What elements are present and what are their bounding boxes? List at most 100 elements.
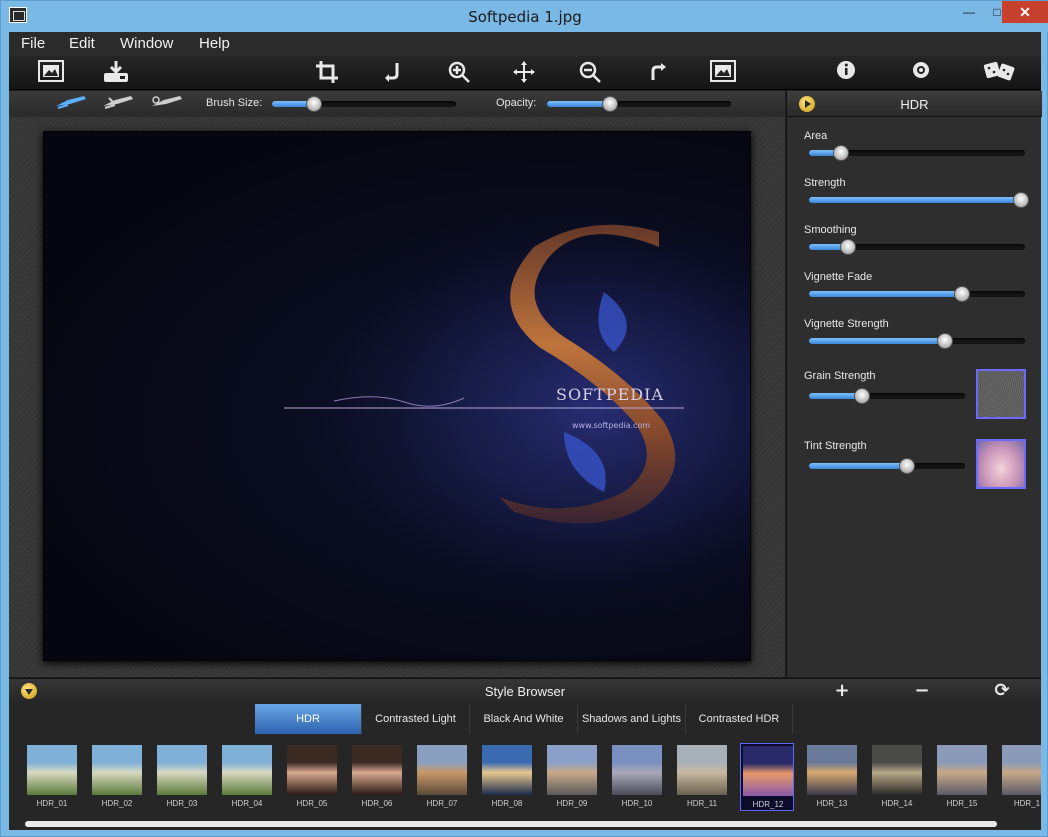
menu-edit[interactable]: Edit — [69, 35, 95, 52]
thumbnail-image — [482, 745, 532, 795]
style-thumbnail[interactable]: HDR_07 — [415, 743, 469, 811]
style-thumbnail[interactable]: HDR_1 — [1000, 743, 1041, 811]
zoom-out-icon[interactable] — [575, 60, 605, 86]
brush-paint-icon[interactable] — [54, 94, 90, 114]
style-thumbnail[interactable]: HDR_08 — [480, 743, 534, 811]
style-thumbnail[interactable]: HDR_05 — [285, 743, 339, 811]
info-icon[interactable] — [831, 60, 861, 86]
style-thumbnail[interactable]: HDR_03 — [155, 743, 209, 811]
open-image-icon[interactable] — [36, 60, 66, 86]
add-style-icon[interactable]: + — [832, 681, 852, 701]
style-thumbnail[interactable]: HDR_04 — [220, 743, 274, 811]
style-thumbnail[interactable]: HDR_14 — [870, 743, 924, 811]
straighten-icon[interactable] — [378, 60, 408, 86]
thumbnail-image — [417, 745, 467, 795]
opacity-label: Opacity: — [496, 97, 537, 109]
vignette-strength-knob[interactable] — [937, 333, 953, 349]
thumbnail-image — [677, 745, 727, 795]
tint-swatch[interactable] — [976, 439, 1026, 489]
softpedia-artwork: SOFTPEDIA www.softpedia.com — [44, 132, 750, 660]
brush-restore-icon[interactable] — [150, 94, 186, 114]
brush-size-label: Brush Size: — [206, 97, 263, 109]
menu-window[interactable]: Window — [120, 35, 173, 52]
strength-slider[interactable] — [809, 192, 1029, 208]
tab-hdr[interactable]: HDR — [255, 704, 362, 734]
vignette-strength-slider[interactable] — [809, 333, 1025, 349]
thumbnail-image — [743, 746, 793, 796]
main-toolbar — [9, 56, 1041, 90]
style-thumbnail[interactable]: HDR_11 — [675, 743, 729, 811]
brush-size-slider[interactable] — [272, 96, 456, 112]
style-thumbnail[interactable]: HDR_09 — [545, 743, 599, 811]
brush-size-knob[interactable] — [306, 96, 322, 112]
crop-icon[interactable] — [312, 60, 342, 86]
hdr-panel-title: HDR — [900, 97, 929, 112]
opacity-slider[interactable] — [547, 96, 731, 112]
vignette-fade-fill — [809, 291, 962, 297]
minimize-button[interactable]: — — [955, 1, 983, 23]
thumbnail-image — [27, 745, 77, 795]
style-thumbnail[interactable]: HDR_10 — [610, 743, 664, 811]
save-icon[interactable] — [101, 60, 131, 86]
tab-contrasted-hdr[interactable]: Contrasted HDR — [686, 704, 793, 734]
thumbnail-caption: HDR_10 — [621, 799, 653, 808]
menu-file[interactable]: File — [21, 35, 45, 52]
tint-strength-slider[interactable] — [809, 458, 965, 474]
zoom-in-icon[interactable] — [444, 60, 474, 86]
style-thumbnail[interactable]: HDR_01 — [25, 743, 79, 811]
app-body: File Edit Window Help Brush Size: Opacit… — [9, 32, 1042, 830]
vignette-fade-slider[interactable] — [809, 286, 1025, 302]
opacity-knob[interactable] — [602, 96, 618, 112]
area-knob[interactable] — [833, 145, 849, 161]
style-thumbnail[interactable]: HDR_12 — [740, 743, 794, 811]
thumbnail-caption: HDR_12 — [752, 800, 784, 809]
style-thumbnail[interactable]: HDR_15 — [935, 743, 989, 811]
thumbnail-scrollbar[interactable] — [25, 821, 997, 827]
style-browser: Style Browser + − ⟳ HDR Contrasted Light… — [9, 678, 1041, 830]
style-thumbnail[interactable]: HDR_06 — [350, 743, 404, 811]
tint-strength-fill — [809, 463, 907, 469]
thumbnail-image — [547, 745, 597, 795]
vignette-strength-fill — [809, 338, 945, 344]
thumbnail-strip: HDR_01 HDR_02 HDR_03 HDR_04 HDR_05 HDR_06 HDR_… — [9, 739, 1041, 819]
close-button[interactable]: ✕ — [1002, 1, 1048, 23]
move-icon[interactable] — [509, 60, 539, 86]
tint-strength-label: Tint Strength — [804, 440, 867, 452]
smoothing-knob[interactable] — [840, 239, 856, 255]
strength-fill — [809, 197, 1021, 203]
thumbnail-caption: HDR_11 — [686, 799, 718, 808]
random-icon[interactable] — [981, 60, 1019, 86]
grain-strength-label: Grain Strength — [804, 370, 876, 382]
vignette-fade-knob[interactable] — [954, 286, 970, 302]
fit-image-icon[interactable] — [708, 60, 738, 86]
tab-black-and-white[interactable]: Black And White — [470, 704, 578, 734]
smoothing-slider[interactable] — [809, 239, 1025, 255]
thumbnail-image — [612, 745, 662, 795]
menu-help[interactable]: Help — [199, 35, 230, 52]
grain-strength-slider[interactable] — [809, 388, 965, 404]
style-browser-header: Style Browser + − ⟳ — [9, 679, 1041, 703]
settings-icon[interactable] — [906, 60, 936, 86]
redo-icon[interactable] — [643, 60, 673, 86]
thumbnail-caption: HDR_03 — [166, 799, 198, 808]
app-window: Softpedia 1.jpg — □ ✕ File Edit Window H… — [0, 0, 1048, 837]
style-thumbnail[interactable]: HDR_13 — [805, 743, 859, 811]
tab-contrasted-light[interactable]: Contrasted Light — [362, 704, 470, 734]
area-slider[interactable] — [809, 145, 1025, 161]
refresh-icon[interactable]: ⟳ — [992, 681, 1012, 701]
thumbnail-caption: HDR_07 — [426, 799, 458, 808]
menu-bar: File Edit Window Help — [9, 32, 1041, 56]
style-thumbnail[interactable]: HDR_02 — [90, 743, 144, 811]
thumbnail-caption: HDR_06 — [361, 799, 393, 808]
strength-label: Strength — [804, 177, 846, 189]
tint-strength-knob[interactable] — [899, 458, 915, 474]
grain-swatch[interactable] — [976, 369, 1026, 419]
grain-strength-knob[interactable] — [854, 388, 870, 404]
remove-style-icon[interactable]: − — [912, 681, 932, 701]
tab-shadows-and-lights[interactable]: Shadows and Lights — [578, 704, 686, 734]
strength-knob[interactable] — [1013, 192, 1029, 208]
brush-erase-icon[interactable] — [101, 94, 137, 114]
image-canvas[interactable]: SOFTPEDIA www.softpedia.com — [43, 131, 751, 661]
thumbnail-caption: HDR_05 — [296, 799, 328, 808]
vignette-strength-label: Vignette Strength — [804, 318, 889, 330]
